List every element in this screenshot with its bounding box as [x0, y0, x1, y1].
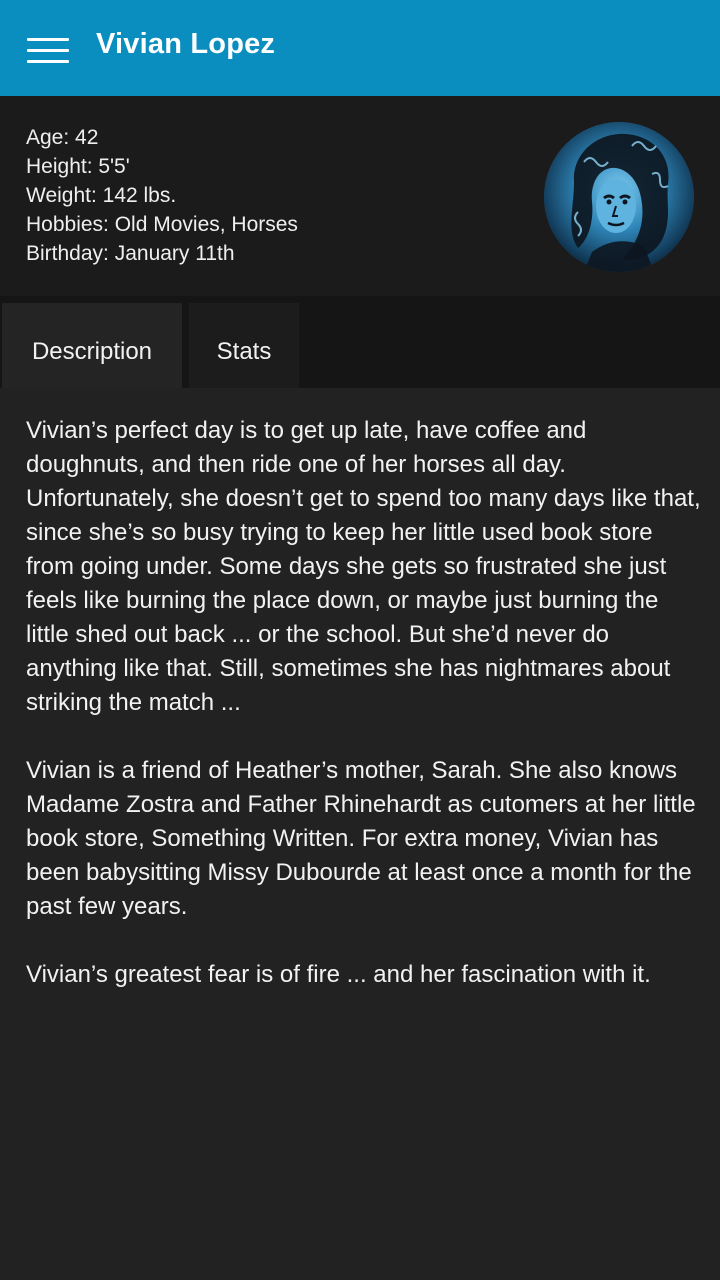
page-title: Vivian Lopez: [96, 28, 276, 60]
profile-weight: Weight: 142 lbs.: [26, 184, 177, 207]
tab-bar: Description Stats: [0, 296, 720, 388]
menu-line: [27, 60, 69, 63]
profile-age: Age: 42: [26, 126, 99, 149]
menu-line: [27, 49, 69, 52]
tab-description[interactable]: Description: [2, 303, 182, 388]
menu-line: [27, 38, 69, 41]
hamburger-menu-icon[interactable]: [27, 38, 69, 64]
profile-hobbies: Hobbies: Old Movies, Horses: [26, 213, 298, 236]
portrait-image: [544, 122, 694, 272]
avatar: [544, 122, 694, 272]
description-paragraph: Vivian’s greatest fear is of fire ... an…: [26, 961, 651, 988]
profile-info: Age: 42 Height: 5'5' Weight: 142 lbs. Ho…: [26, 123, 298, 268]
description-paragraph: Vivian’s perfect day is to get up late, …: [26, 417, 701, 716]
profile-birthday: Birthday: January 11th: [26, 242, 235, 265]
app-root: Vivian Lopez Age: 42 Height: 5'5' Weight…: [0, 0, 720, 1280]
app-header: Vivian Lopez: [0, 0, 720, 96]
tab-stats[interactable]: Stats: [189, 303, 299, 388]
description-content: Vivian’s perfect day is to get up late, …: [26, 414, 702, 1026]
description-paragraph: Vivian is a friend of Heather’s mother, …: [26, 757, 696, 920]
profile-section: Age: 42 Height: 5'5' Weight: 142 lbs. Ho…: [0, 96, 720, 296]
profile-height: Height: 5'5': [26, 155, 130, 178]
